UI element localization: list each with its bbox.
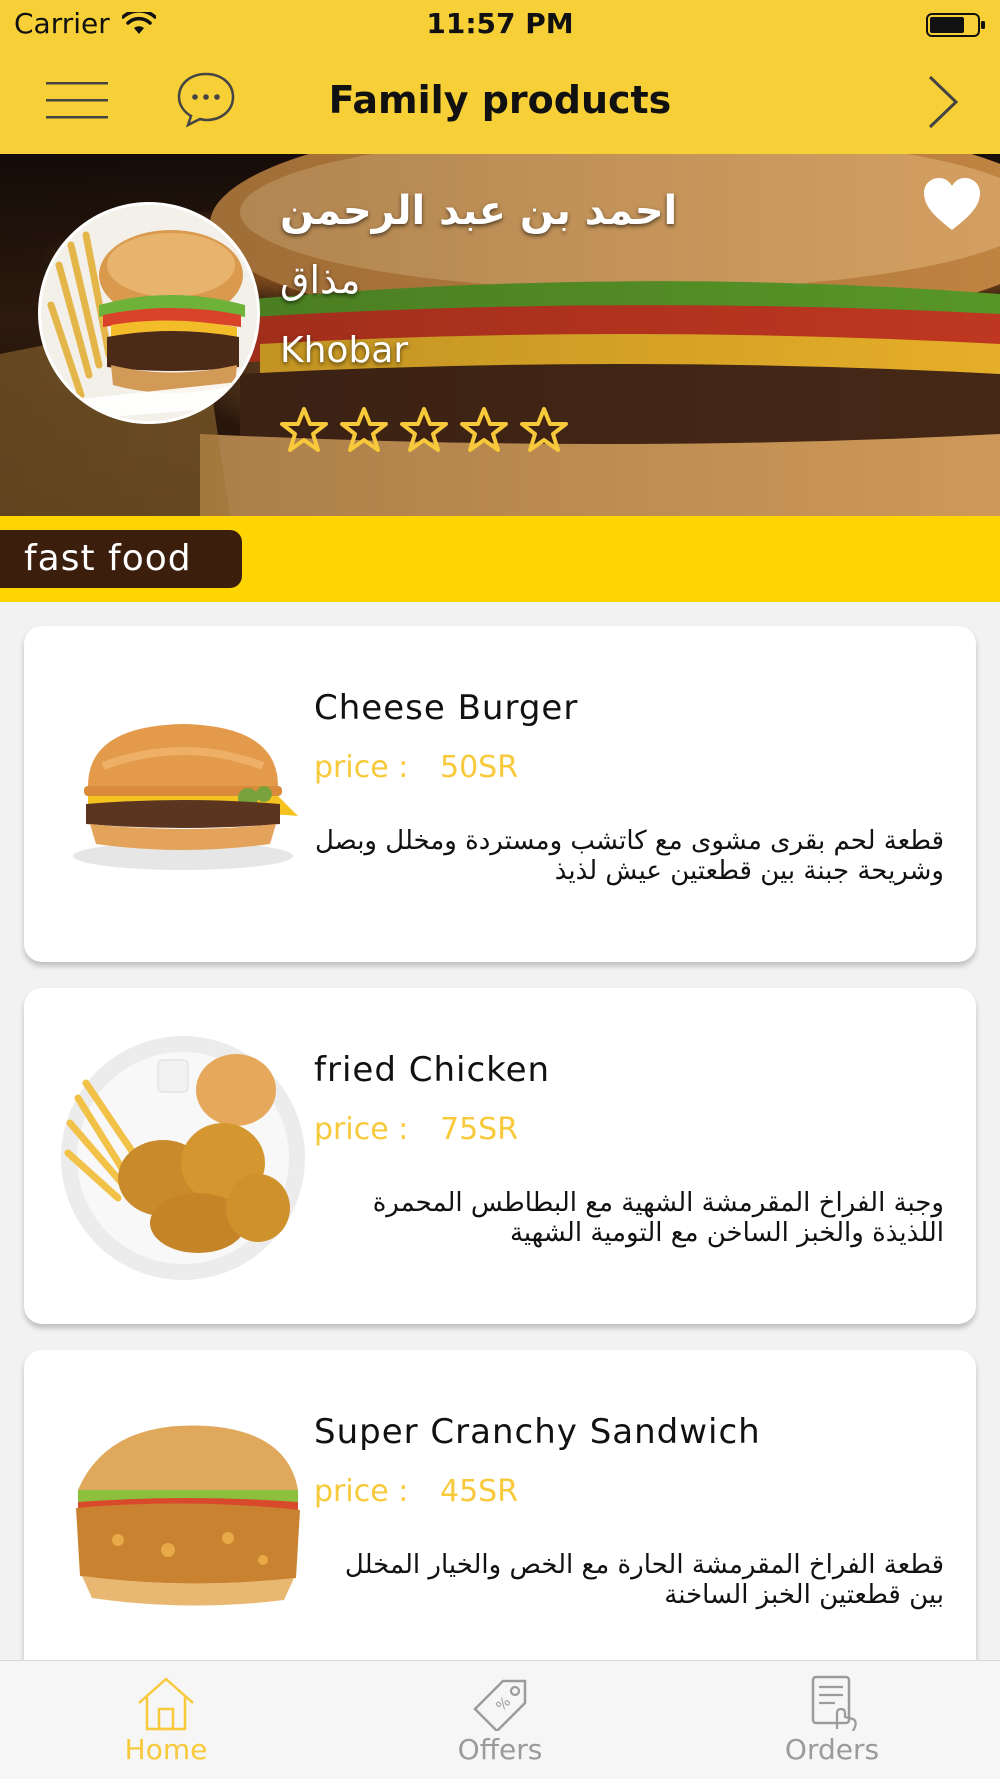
star-icon: [280, 407, 328, 452]
tab-offers-label: Offers: [457, 1733, 543, 1766]
home-icon: [138, 1677, 194, 1731]
orders-list-icon: [811, 1675, 857, 1731]
tab-orders[interactable]: Orders: [752, 1675, 912, 1775]
product-card[interactable]: Cheese Burger price : 50SR قطعة لحم بقرى…: [24, 626, 976, 962]
tab-bar: Home % Offers Orders: [0, 1660, 1000, 1779]
category-strip: fast food: [0, 516, 1000, 602]
store-city: Khobar: [280, 330, 409, 371]
product-name: Cheese Burger: [314, 688, 579, 728]
star-icon: [460, 407, 508, 452]
tag-icon: %: [473, 1679, 527, 1731]
store-name: احمد بن عبد الرحمن: [280, 188, 678, 234]
product-name: Super Cranchy Sandwich: [314, 1412, 761, 1452]
product-description: وجبة الفراخ المقرمشة الشهية مع البطاطس ا…: [372, 1188, 944, 1248]
page-title: Family products: [328, 78, 672, 122]
product-name: fried Chicken: [314, 1050, 551, 1090]
star-icon: [340, 407, 388, 452]
tab-orders-label: Orders: [784, 1733, 880, 1766]
product-card[interactable]: fried Chicken price : 75SR وجبة الفراخ ا…: [24, 988, 976, 1324]
nav-bar: Family products: [0, 48, 1000, 154]
cheese-burger-image: [73, 724, 298, 870]
tab-offers[interactable]: % Offers: [420, 1675, 580, 1775]
star-icon: [520, 407, 568, 452]
svg-text:%: %: [493, 1694, 514, 1715]
battery-icon: [926, 13, 985, 37]
product-card[interactable]: Super Cranchy Sandwich price : 45SR قطعة…: [24, 1350, 976, 1686]
price-label: price :: [314, 1474, 409, 1509]
product-description: قطعة لحم بقرى مشوى مع كاتشب ومستردة ومخل…: [314, 826, 944, 886]
status-bar: Carrier 11:57 PM: [0, 0, 1000, 48]
product-price: 75SR: [440, 1112, 519, 1147]
chevron-right-icon[interactable]: [926, 74, 960, 130]
price-label: price :: [314, 1112, 409, 1147]
product-price: 45SR: [440, 1474, 519, 1509]
tab-home[interactable]: Home: [86, 1675, 246, 1775]
fried-chicken-image: [61, 1036, 305, 1280]
store-avatar: [38, 202, 260, 424]
favorite-heart-icon[interactable]: [922, 176, 982, 232]
product-description: قطعة الفراخ المقرمشة الحارة مع الخص والخ…: [344, 1550, 944, 1610]
burger-fries-image: [41, 205, 257, 421]
store-subtitle: مذاق: [280, 258, 361, 302]
chicken-sandwich-image: [76, 1425, 300, 1606]
category-tab-fast-food[interactable]: fast food: [0, 530, 242, 588]
product-price: 50SR: [440, 750, 519, 785]
status-time: 11:57 PM: [426, 7, 574, 40]
store-header: احمد بن عبد الرحمن مذاق Khobar: [0, 154, 1000, 516]
price-label: price :: [314, 750, 409, 785]
star-icon: [400, 407, 448, 452]
store-rating: [280, 406, 568, 454]
tab-home-label: Home: [124, 1733, 208, 1766]
